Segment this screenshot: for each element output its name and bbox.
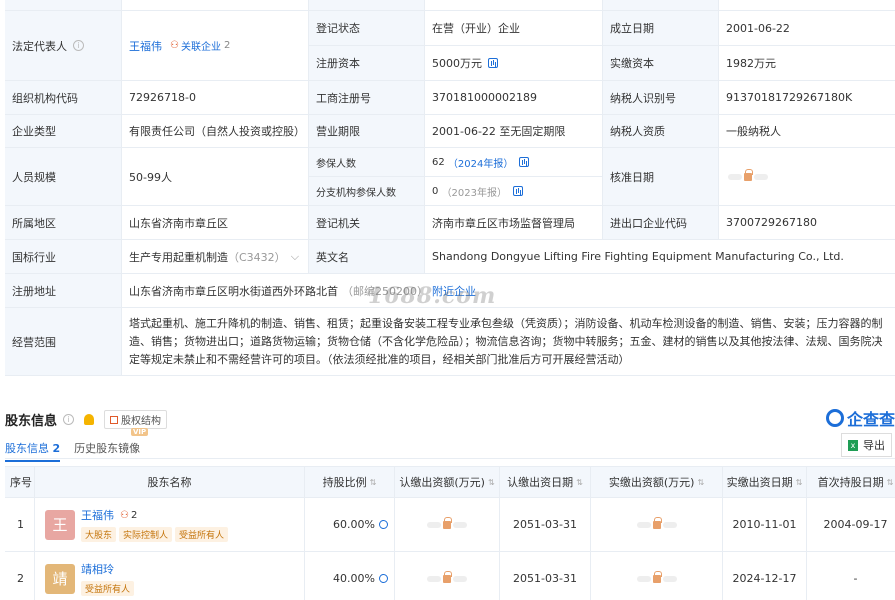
info-icon[interactable]: i xyxy=(63,414,75,425)
qcc-logo-icon xyxy=(825,409,844,427)
reg-capital-label: 注册资本 xyxy=(309,46,425,81)
region-label: 所属地区 xyxy=(5,206,122,240)
chevron-down-icon[interactable]: ⌵ xyxy=(291,250,299,264)
established-label: 成立日期 xyxy=(603,11,719,46)
lock-icon[interactable] xyxy=(652,516,662,529)
industry-value: 生产专用起重机制造 （C3432） ⌵ xyxy=(122,240,309,274)
vip-badge: VIP xyxy=(131,428,149,436)
biz-term-label: 营业期限 xyxy=(309,115,425,148)
info-icon[interactable]: i xyxy=(73,40,84,51)
brand-logo: 企查查 xyxy=(825,406,895,430)
org-code-value: 72926718-0 xyxy=(122,81,309,115)
bell-icon[interactable] xyxy=(84,414,95,425)
insured-label: 参保人数 xyxy=(309,148,424,177)
col-first-date[interactable]: 首次持股日期 ⇅ xyxy=(807,467,895,497)
legal-rep-value: 王福伟 ⚇ 关联企业 2 xyxy=(122,11,309,81)
lock-icon[interactable] xyxy=(744,168,753,181)
link-icon[interactable]: ⚇ xyxy=(120,510,129,521)
legal-rep-label: 法定代表人 i xyxy=(5,11,122,81)
legal-rep-name[interactable]: 王福伟 xyxy=(129,38,162,54)
pie-chart-icon[interactable] xyxy=(379,520,388,529)
import-export-value: 3700729267180 xyxy=(719,206,895,240)
taxpayer-qual-label: 纳税人资质 xyxy=(603,115,719,148)
english-name-value: Shandong Dongyue Lifting Fire Fighting E… xyxy=(425,240,895,274)
link-icon: ⚇ xyxy=(170,40,179,51)
watermark: 1688.com xyxy=(368,283,497,309)
avatar[interactable]: 靖 xyxy=(45,563,75,594)
lock-icon[interactable] xyxy=(652,570,662,583)
taxpayer-qual-value: 一般纳税人 xyxy=(719,115,895,148)
biz-scope-label: 经营范围 xyxy=(5,308,122,376)
shareholder-name[interactable]: 王福伟 xyxy=(81,507,114,523)
biz-scope-value: 塔式起重机、施工升降机的制造、销售、租赁；起重设备安装工程专业承包叁级（凭资质）… xyxy=(122,308,895,376)
structure-icon xyxy=(110,415,119,424)
insured-value: 62 （2024年报） xyxy=(425,148,602,177)
reg-address-label: 注册地址 xyxy=(5,274,122,308)
trend-chart-icon[interactable] xyxy=(513,186,524,196)
staff-size-value: 50-99人 xyxy=(122,148,309,206)
reg-address-value: 山东省济南市章丘区明水街道西外环路北首 （邮编250200） 附近企业 xyxy=(122,274,895,308)
english-name-label: 英文名 xyxy=(309,240,425,274)
related-companies-tag[interactable]: ⚇ 关联企业 2 xyxy=(170,38,230,53)
lock-icon[interactable] xyxy=(443,516,452,529)
export-button[interactable]: x 导出 xyxy=(841,433,892,457)
section-title: 股东信息 xyxy=(5,414,58,429)
company-type-label: 企业类型 xyxy=(5,115,122,148)
table-header: 序号 股东名称 持股比例 ⇅ 认缴出资额(万元) ⇅ 认缴出资日期 ⇅ 实缴出资额(万… xyxy=(5,466,895,498)
table-row: 1 王 王福伟 ⚇ 2 大股东 实际控制人 受益所有人 60.00% 2051-… xyxy=(5,498,895,552)
avatar[interactable]: 王 xyxy=(45,509,75,540)
badge: 受益所有人 xyxy=(81,581,135,596)
excel-icon: x xyxy=(848,439,858,451)
equity-structure-button[interactable]: 股权结构 xyxy=(104,410,168,429)
reg-status-value: 在营（开业）企业 xyxy=(425,11,603,46)
col-paid-date[interactable]: 实缴出资日期 ⇅ xyxy=(723,467,807,497)
region-value: 山东省济南市章丘区 xyxy=(122,206,309,240)
industry-label: 国标行业 xyxy=(5,240,122,274)
col-ratio[interactable]: 持股比例 ⇅ xyxy=(305,467,395,497)
col-index: 序号 xyxy=(5,467,35,497)
col-name: 股东名称 xyxy=(35,467,305,497)
reg-capital-value: 5000万元 xyxy=(425,46,603,81)
paid-capital-value: 1982万元 xyxy=(719,46,895,81)
pie-chart-icon[interactable] xyxy=(379,574,388,583)
biz-reg-value: 370181000002189 xyxy=(425,81,603,115)
org-code-label: 组织机构代码 xyxy=(5,81,122,115)
badge: 大股东 xyxy=(81,527,117,542)
import-export-label: 进出口企业代码 xyxy=(603,206,719,240)
biz-reg-label: 工商注册号 xyxy=(309,81,425,115)
branch-insured-value: 0 （2023年报） xyxy=(425,177,602,205)
col-sub-date[interactable]: 认缴出资日期 ⇅ xyxy=(500,467,591,497)
reg-authority-value: 济南市章丘区市场监督管理局 xyxy=(425,206,603,240)
taxpayer-id-value: 91370181729267180K xyxy=(719,81,895,115)
col-paid-amount[interactable]: 实缴出资额(万元) ⇅ xyxy=(591,467,723,497)
trend-chart-icon[interactable] xyxy=(519,157,530,167)
approval-date-value xyxy=(719,148,895,206)
established-value: 2001-06-22 xyxy=(719,11,895,46)
table-row: 2 靖 靖相玲 受益所有人 40.00% 2051-03-31 2024-12-… xyxy=(5,552,895,600)
lock-icon[interactable] xyxy=(443,570,452,583)
trend-chart-icon[interactable] xyxy=(488,58,498,68)
biz-term-value: 2001-06-22 至无固定期限 xyxy=(425,115,603,148)
badge: 受益所有人 xyxy=(175,527,229,542)
staff-size-label: 人员规模 xyxy=(5,148,122,206)
shareholders-table: 序号 股东名称 持股比例 ⇅ 认缴出资额(万元) ⇅ 认缴出资日期 ⇅ 实缴出资额(万… xyxy=(5,466,895,600)
shareholder-name[interactable]: 靖相玲 xyxy=(81,561,114,577)
paid-capital-label: 实缴资本 xyxy=(603,46,719,81)
reg-authority-label: 登记机关 xyxy=(309,206,425,240)
approval-date-label: 核准日期 xyxy=(603,148,719,206)
col-sub-amount[interactable]: 认缴出资额(万元) ⇅ xyxy=(395,467,500,497)
badge: 实际控制人 xyxy=(119,527,173,542)
taxpayer-id-label: 纳税人识别号 xyxy=(603,81,719,115)
branch-insured-label: 分支机构参保人数 xyxy=(316,187,396,199)
reg-status-label: 登记状态 xyxy=(309,11,425,46)
shareholders-header: 股东信息 i 股权结构 xyxy=(5,410,168,429)
company-type-value: 有限责任公司（自然人投资或控股） xyxy=(122,115,309,148)
